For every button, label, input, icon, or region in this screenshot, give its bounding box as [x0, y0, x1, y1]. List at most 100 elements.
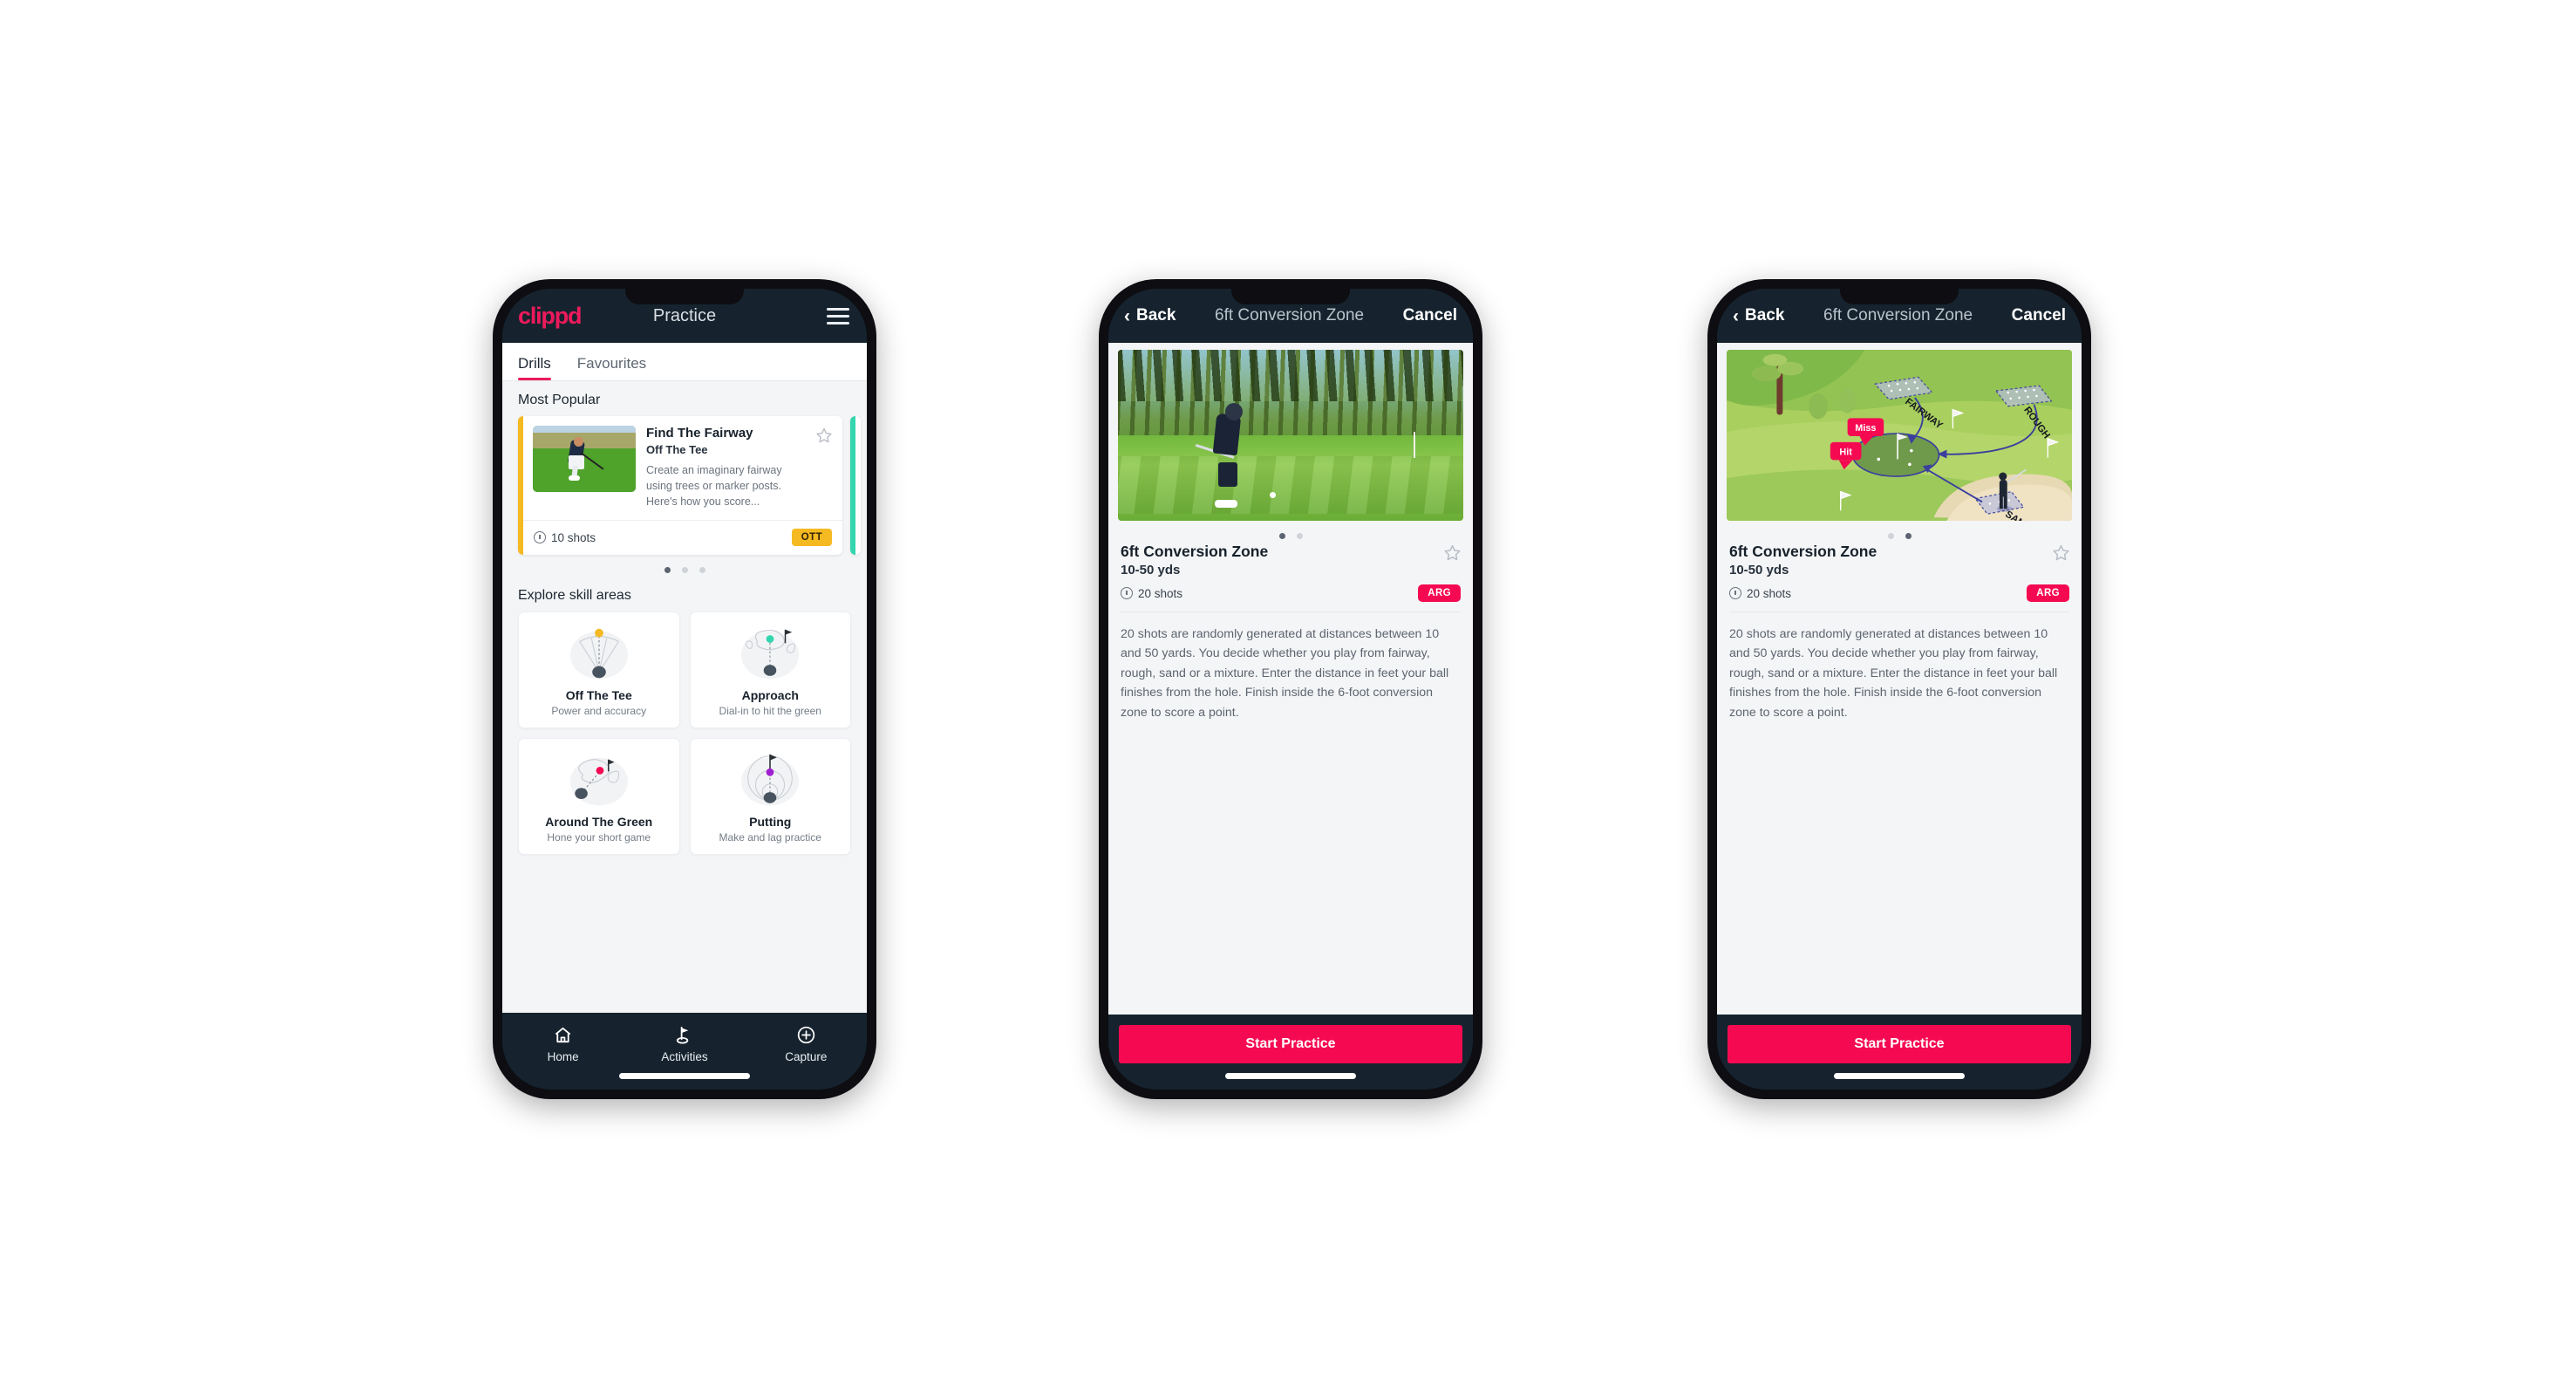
home-indicator	[1834, 1073, 1965, 1079]
shot-count: 20 shots	[1121, 587, 1182, 600]
tab-activities[interactable]: Activities	[624, 1023, 745, 1063]
clock-icon	[534, 531, 546, 544]
drill-title: 6ft Conversion Zone	[1121, 543, 1269, 560]
start-practice-button[interactable]: Start Practice	[1119, 1025, 1462, 1063]
back-label: Back	[1745, 306, 1785, 325]
tab-drills[interactable]: Drills	[518, 355, 565, 380]
drill-card-text: Find The Fairway Off The Tee Create an i…	[646, 426, 805, 509]
tee-fan-icon	[526, 622, 672, 687]
skill-badge-ott: OTT	[791, 529, 832, 547]
phone-1-screen: clippd Practice Drills Favourites Most P…	[502, 289, 867, 1090]
device-notch	[1840, 289, 1959, 304]
skill-name: Putting	[749, 815, 792, 830]
drill-yardage: 10-50 yds	[1729, 563, 1789, 577]
start-practice-button[interactable]: Start Practice	[1728, 1025, 2071, 1063]
skill-card-off-the-tee[interactable]: Off The Tee Power and accuracy	[518, 612, 680, 729]
device-notch	[1231, 289, 1350, 304]
tab-favourites[interactable]: Favourites	[577, 355, 660, 380]
approach-green-icon	[698, 622, 844, 687]
drill-title-row: 6ft Conversion Zone 10-50 yds	[1729, 543, 2069, 577]
navbar-title: 6ft Conversion Zone	[1215, 306, 1365, 325]
shot-count-label: 10 shots	[551, 530, 596, 544]
cancel-button[interactable]: Cancel	[2012, 306, 2066, 325]
drill-card[interactable]: Find The Fairway Off The Tee Create an i…	[518, 416, 842, 556]
hero-photo[interactable]	[1118, 350, 1463, 521]
phone-1-practice-list: clippd Practice Drills Favourites Most P…	[493, 279, 876, 1099]
star-outline-icon[interactable]	[815, 427, 833, 444]
drill-shots-row: 20 shots ARG	[1121, 584, 1461, 602]
media-dot-2[interactable]	[1905, 533, 1912, 539]
media-dot-1[interactable]	[1278, 533, 1285, 539]
carousel-dot-2[interactable]	[681, 567, 688, 574]
drill-description: 20 shots are randomly generated at dista…	[1121, 627, 1449, 720]
star-outline-icon[interactable]	[2052, 543, 2069, 561]
chevron-left-icon: ‹	[1733, 305, 1739, 326]
skill-desc: Make and lag practice	[719, 831, 821, 844]
drill-title: 6ft Conversion Zone	[1729, 543, 1877, 560]
drill-subtitle: Off The Tee	[646, 442, 708, 456]
svg-text:Miss: Miss	[1855, 423, 1876, 434]
content-scroll[interactable]: Most Popular Find The Fairway Off The Te…	[502, 381, 867, 1013]
drill-thumbnail	[533, 426, 636, 492]
clock-icon	[1121, 587, 1133, 599]
explore-skill-areas-heading: Explore skill areas	[518, 588, 631, 604]
drill-title-row: 6ft Conversion Zone 10-50 yds	[1121, 543, 1461, 577]
home-icon	[553, 1023, 573, 1046]
navbar-title: 6ft Conversion Zone	[1823, 306, 1973, 325]
detail-content: 6ft Conversion Zone 10-50 yds 20 shots A…	[1108, 343, 1473, 1015]
drill-carousel[interactable]: Find The Fairway Off The Tee Create an i…	[502, 416, 867, 556]
svg-text:Hit: Hit	[1839, 448, 1852, 458]
media-dot-2[interactable]	[1296, 533, 1303, 539]
hero-course-diagram[interactable]: FAIRWAY ROUGH SAND Miss Hit	[1727, 350, 2072, 521]
skill-card-around-the-green[interactable]: Around The Green Hone your short game	[518, 738, 680, 856]
tab-capture[interactable]: Capture	[746, 1023, 866, 1063]
drill-card-next-peek[interactable]	[850, 416, 861, 556]
home-indicator	[1225, 1073, 1356, 1079]
shot-count: 20 shots	[1729, 587, 1791, 600]
back-button[interactable]: ‹ Back	[1124, 306, 1176, 325]
star-outline-icon[interactable]	[1443, 543, 1461, 561]
media-dots	[1717, 521, 2082, 543]
media-dots	[1108, 521, 1473, 543]
skill-card-putting[interactable]: Putting Make and lag practice	[689, 738, 851, 856]
back-label: Back	[1136, 306, 1176, 325]
drill-card-footer: 10 shots OTT	[523, 520, 842, 555]
tab-home[interactable]: Home	[503, 1023, 624, 1063]
skill-badge-arg: ARG	[1418, 584, 1461, 602]
chip-green-icon	[526, 748, 672, 813]
home-indicator	[619, 1073, 750, 1079]
golf-flag-icon	[674, 1023, 694, 1046]
hamburger-icon[interactable]	[827, 307, 849, 325]
tab-label: Capture	[785, 1050, 828, 1063]
detail-content: FAIRWAY ROUGH SAND Miss Hit	[1717, 343, 2082, 1015]
screenshot-canvas: clippd Practice Drills Favourites Most P…	[0, 0, 2576, 1387]
skill-desc: Power and accuracy	[551, 705, 647, 718]
skill-desc: Hone your short game	[547, 831, 651, 844]
skill-name: Approach	[741, 688, 799, 703]
plus-circle-icon	[796, 1023, 816, 1046]
clock-icon	[1729, 587, 1741, 599]
drill-card-top: Find The Fairway Off The Tee Create an i…	[523, 416, 842, 520]
tab-strip: Drills Favourites	[502, 343, 867, 381]
back-button[interactable]: ‹ Back	[1733, 306, 1784, 325]
cancel-button[interactable]: Cancel	[1403, 306, 1457, 325]
drill-meta: 6ft Conversion Zone 10-50 yds 20 shots A…	[1108, 543, 1473, 602]
drill-meta: 6ft Conversion Zone 10-50 yds 20 shots A…	[1717, 543, 2082, 602]
phone-2-screen: ‹ Back 6ft Conversion Zone Cancel 6ft Co…	[1108, 289, 1473, 1090]
carousel-dot-1[interactable]	[664, 567, 671, 574]
drill-yardage: 10-50 yds	[1121, 563, 1181, 577]
putting-rings-icon	[698, 748, 844, 813]
phone-3-drill-detail-diagram: ‹ Back 6ft Conversion Zone Cancel FAIRWA…	[1707, 279, 2091, 1099]
drill-description: 20 shots are randomly generated at dista…	[1729, 627, 2058, 720]
drill-shots-row: 20 shots ARG	[1729, 584, 2069, 602]
shot-count: 10 shots	[534, 531, 596, 544]
chevron-left-icon: ‹	[1124, 305, 1130, 326]
most-popular-heading: Most Popular	[518, 393, 601, 407]
carousel-dot-3[interactable]	[699, 567, 705, 574]
skill-card-approach[interactable]: Approach Dial-in to hit the green	[689, 612, 851, 729]
phone-3-screen: ‹ Back 6ft Conversion Zone Cancel FAIRWA…	[1717, 289, 2082, 1090]
phone-2-drill-detail-photo: ‹ Back 6ft Conversion Zone Cancel 6ft Co…	[1099, 279, 1482, 1099]
course-diagram-svg: FAIRWAY ROUGH SAND Miss Hit	[1727, 350, 2072, 521]
media-dot-1[interactable]	[1887, 533, 1894, 539]
drill-title: Find The Fairway	[646, 426, 753, 441]
